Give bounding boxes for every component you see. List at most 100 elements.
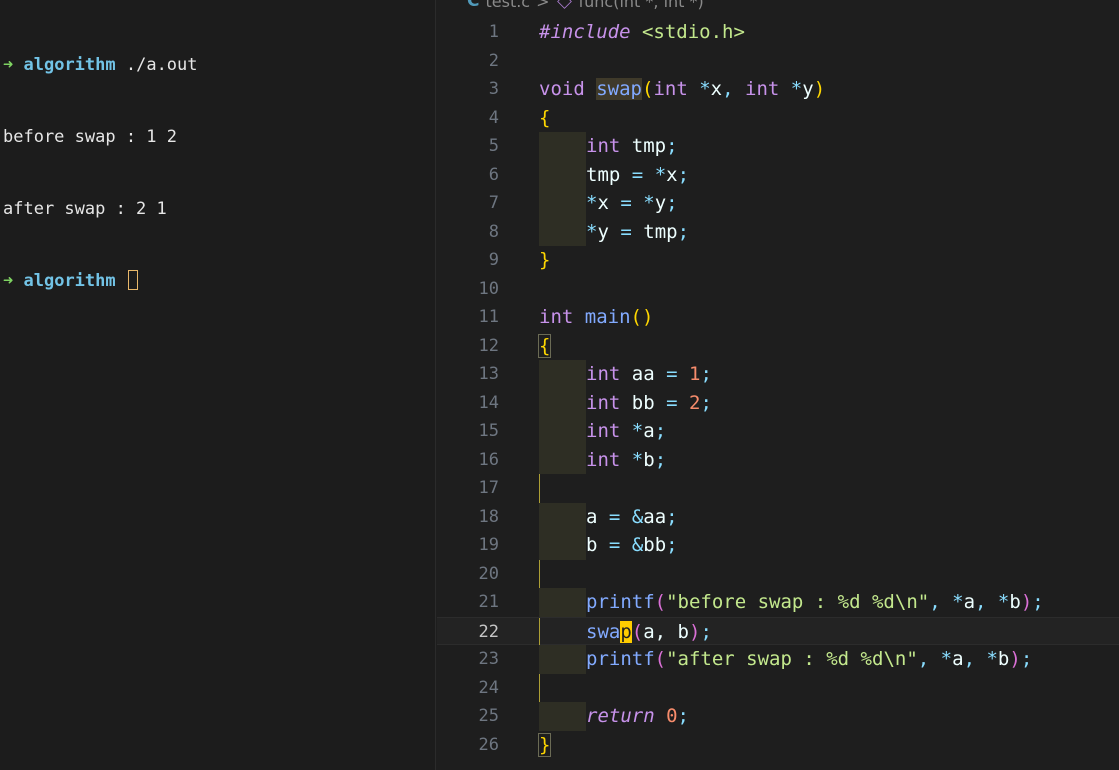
code-line[interactable]: 18 a = &aa; <box>437 502 1119 531</box>
identifier: a <box>952 648 964 670</box>
function-name: swap <box>596 78 642 100</box>
line-number: 13 <box>478 364 499 384</box>
string-literal: "before swap : %d %d <box>666 591 895 613</box>
code-lines[interactable]: 1 #include <stdio.h> 2 3 void swap(int *x,… <box>437 18 1119 759</box>
punctuation: , <box>917 648 941 670</box>
operator: = <box>608 505 621 528</box>
line-number: 5 <box>488 136 499 156</box>
prompt-arrow-icon: ➜ <box>3 271 14 291</box>
return-keyword: return <box>586 705 655 727</box>
punctuation: ; <box>666 192 678 214</box>
punctuation: ; <box>700 620 712 643</box>
code-line[interactable]: 9} <box>437 246 1119 275</box>
bracket: () <box>630 306 654 328</box>
bracket: ( <box>641 78 654 100</box>
operator: = <box>631 163 644 186</box>
code-line[interactable]: 13 int aa = 1; <box>437 360 1119 389</box>
punctuation: ; <box>700 363 712 385</box>
active-indent-guide <box>539 673 540 702</box>
line-number: 24 <box>478 677 499 698</box>
function-name: printf <box>586 591 655 613</box>
code-line[interactable]: 23 printf("after swap : %d %d\n", *a, *b)… <box>437 645 1119 674</box>
terminal-pane[interactable]: ➜ algorithm ./a.out before swap : 1 2 af… <box>0 0 436 770</box>
line-number: 19 <box>478 535 499 555</box>
indent-guide <box>539 417 586 446</box>
type-keyword: int <box>586 363 621 385</box>
operator: * <box>654 163 667 186</box>
operator: = <box>608 534 621 556</box>
line-number: 4 <box>488 107 499 128</box>
terminal-cursor[interactable] <box>127 270 138 290</box>
code-line[interactable]: 17 <box>437 474 1119 503</box>
code-line[interactable]: 21 printf("before swap : %d %d\n", *a, *b… <box>437 588 1119 617</box>
escape-sequence: \n <box>894 591 918 613</box>
identifier: bb <box>643 534 667 556</box>
breadcrumb-file[interactable]: test.c <box>485 0 530 11</box>
type-keyword: int <box>586 420 621 442</box>
text-cursor[interactable]: p <box>620 620 632 643</box>
code-line[interactable]: 2 <box>437 47 1119 76</box>
code-line[interactable]: 10 <box>437 275 1119 304</box>
code-line[interactable]: 16 int *b; <box>437 445 1119 474</box>
punctuation: , <box>963 648 987 670</box>
identifier: a <box>643 420 655 442</box>
bracket: } <box>539 249 551 271</box>
code-line[interactable]: 19 b = &bb; <box>437 531 1119 560</box>
operator: * <box>631 448 644 471</box>
number-literal: 2 <box>689 391 701 414</box>
identifier: y <box>654 192 667 214</box>
terminal-output-line: before swap : 1 2 <box>3 127 177 147</box>
code-line[interactable]: 15 int *a; <box>437 417 1119 446</box>
breadcrumb-symbol[interactable]: func(int *, int *) <box>579 0 704 11</box>
operator: & <box>631 505 644 528</box>
line-number: 26 <box>478 734 499 755</box>
indent-guide <box>539 160 586 189</box>
code-line[interactable]: 24 <box>437 673 1119 702</box>
indent-guide <box>539 360 586 389</box>
breadcrumb[interactable]: C test.c > func(int *, int *) <box>467 0 704 12</box>
type-keyword: int <box>745 78 780 100</box>
code-line[interactable]: 5 int tmp; <box>437 132 1119 161</box>
code-line-current[interactable]: 22 swap(a, b); <box>437 616 1119 647</box>
string-literal: " <box>906 648 918 670</box>
bracket: ) <box>1009 648 1021 670</box>
code-line[interactable]: 4{ <box>437 104 1119 133</box>
code-line[interactable]: 3 void swap(int *x, int *y) <box>437 75 1119 104</box>
indent-guide <box>539 618 586 647</box>
line-number: 14 <box>478 392 499 413</box>
code-line[interactable]: 6 tmp = *x; <box>437 160 1119 189</box>
identifier: a <box>963 591 976 613</box>
code-line[interactable]: 25 return 0; <box>437 702 1119 731</box>
code-line[interactable]: 8 *y = tmp; <box>437 217 1119 246</box>
operator: * <box>631 420 644 442</box>
code-line[interactable]: 7 *x = *y; <box>437 189 1119 218</box>
code-line[interactable]: 14 int bb = 2; <box>437 388 1119 417</box>
identifier: tmp <box>643 220 678 243</box>
code-line[interactable]: 12 { <box>437 332 1119 361</box>
line-number: 23 <box>478 649 499 669</box>
preprocessor-directive: #include <box>539 21 631 43</box>
code-line[interactable]: 26} <box>437 731 1119 760</box>
indent-guide <box>539 588 586 617</box>
indent-guide <box>539 217 586 246</box>
identifier: x <box>710 78 723 100</box>
code-line[interactable]: 20 <box>437 559 1119 588</box>
bracket: ( <box>654 591 667 613</box>
punctuation: , <box>929 591 953 613</box>
identifier: b <box>997 648 1010 670</box>
string-literal: " <box>917 591 930 613</box>
line-number: 12 <box>478 335 499 356</box>
bracket: { <box>539 106 551 129</box>
code-line[interactable]: 11 int main() <box>437 303 1119 332</box>
line-number: 25 <box>478 706 499 726</box>
code-editor[interactable]: C test.c > func(int *, int *) 1 #include … <box>437 0 1119 770</box>
identifier: b <box>1009 591 1021 613</box>
code-line[interactable]: 1 #include <stdio.h> <box>437 18 1119 47</box>
